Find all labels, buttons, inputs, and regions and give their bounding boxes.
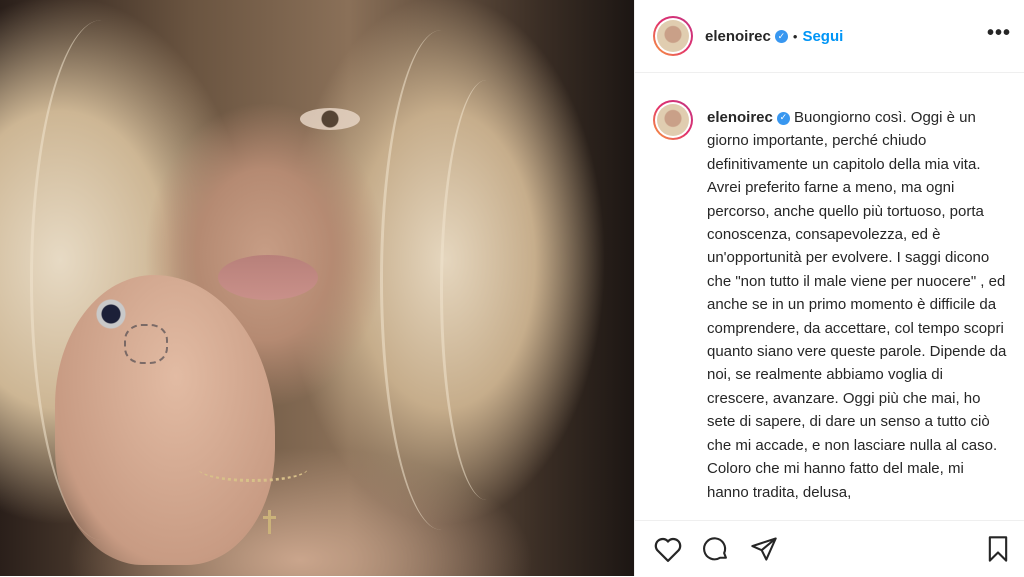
action-bar <box>635 520 1024 577</box>
comment-icon[interactable] <box>701 535 731 568</box>
caption-username-link[interactable]: elenoirec <box>707 109 773 126</box>
separator-dot: • <box>792 28 798 44</box>
post-side-panel: elenoirec ✓ • Segui ••• elenoirec ✓ Buong… <box>634 0 1024 576</box>
bookmark-icon[interactable] <box>985 535 1011 568</box>
caption-section: elenoirec ✓ Buongiorno così. Oggi è un gi… <box>635 82 1024 512</box>
ring <box>92 298 130 330</box>
eye <box>300 108 360 130</box>
necklace <box>198 455 308 482</box>
username-link[interactable]: elenoirec <box>705 28 771 45</box>
verified-badge-icon: ✓ <box>774 29 788 43</box>
share-icon[interactable] <box>749 535 779 568</box>
post-photo[interactable] <box>0 0 634 576</box>
more-options-icon[interactable]: ••• <box>987 22 1011 45</box>
tattoo <box>124 324 168 364</box>
caption: elenoirec ✓ Buongiorno così. Oggi è un gi… <box>707 106 1007 504</box>
hair-decoration <box>440 80 533 500</box>
cross-pendant <box>263 510 276 534</box>
caption-text: Buongiorno così. Oggi è un giorno import… <box>707 109 1007 501</box>
avatar-image <box>657 20 689 52</box>
avatar-image <box>657 104 689 136</box>
avatar[interactable] <box>653 16 693 56</box>
follow-button[interactable]: Segui <box>802 28 843 45</box>
post-header: elenoirec ✓ • Segui ••• <box>635 0 1024 73</box>
instagram-post: elenoirec ✓ • Segui ••• elenoirec ✓ Buong… <box>0 0 1024 576</box>
verified-badge-icon: ✓ <box>776 111 790 125</box>
lips <box>218 255 318 300</box>
hand <box>55 275 275 565</box>
caption-avatar[interactable] <box>653 100 693 140</box>
heart-icon[interactable] <box>653 535 683 568</box>
